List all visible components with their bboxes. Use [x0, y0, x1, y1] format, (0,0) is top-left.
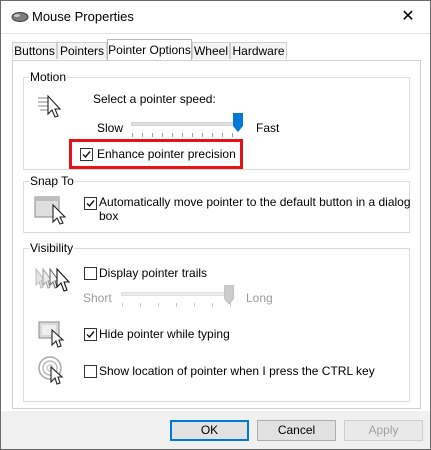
title-bar[interactable]: Mouse Properties ✕: [1, 1, 430, 33]
snap-to-group: Snap To Automatically move pointer to th…: [23, 174, 411, 233]
long-label: Long: [246, 291, 273, 305]
pointer-trails-checkbox[interactable]: [84, 267, 97, 280]
hide-pointer-checkbox[interactable]: [84, 328, 97, 341]
cancel-button[interactable]: Cancel: [257, 420, 336, 441]
tab-buttons[interactable]: Buttons: [12, 42, 57, 59]
show-location-checkbox[interactable]: [84, 365, 97, 378]
snap-to-group-label: Snap To: [29, 174, 75, 188]
enhance-precision-label[interactable]: Enhance pointer precision: [97, 147, 236, 161]
title-separator: [1, 33, 430, 34]
slow-label: Slow: [97, 121, 124, 135]
tab-wheel[interactable]: Wheel: [192, 42, 230, 59]
snap-to-label-line1[interactable]: Automatically move pointer to the defaul…: [99, 195, 411, 209]
visibility-group: Visibility Display pointer trails Short …: [23, 241, 410, 402]
pointer-options-panel: Motion Select a pointer speed: Slow Fast: [12, 60, 421, 409]
ok-button[interactable]: OK: [170, 420, 249, 441]
dialog-button-bar: OK Cancel Apply: [1, 411, 430, 449]
show-location-icon: [38, 355, 68, 388]
short-label: Short: [83, 291, 112, 305]
pointer-trails-slider: [223, 284, 235, 305]
mouse-properties-window: Mouse Properties ✕ Buttons Pointers Poin…: [0, 0, 431, 450]
pointer-speed-track: [131, 122, 243, 126]
visibility-group-label: Visibility: [29, 241, 75, 255]
fast-label: Fast: [256, 121, 280, 135]
mouse-icon: [11, 11, 29, 23]
tab-hardware[interactable]: Hardware: [230, 42, 287, 59]
hide-pointer-icon: [38, 320, 68, 351]
show-location-label[interactable]: Show location of pointer when I press th…: [99, 364, 375, 378]
snap-to-label-line2[interactable]: box: [99, 209, 118, 223]
snap-to-checkbox[interactable]: [84, 197, 97, 210]
window-title: Mouse Properties: [32, 9, 134, 24]
snap-to-icon: [34, 193, 68, 228]
apply-button[interactable]: Apply: [344, 420, 423, 441]
hide-pointer-label[interactable]: Hide pointer while typing: [99, 327, 230, 341]
close-button[interactable]: ✕: [386, 1, 430, 33]
pointer-trails-icon: [34, 265, 74, 298]
motion-group-label: Motion: [29, 70, 68, 84]
enhance-precision-checkbox[interactable]: [80, 148, 93, 161]
pointer-trails-track: [121, 292, 233, 296]
pointer-speed-icon: [36, 94, 66, 123]
pointer-speed-slider[interactable]: [233, 113, 243, 132]
motion-group: Motion Select a pointer speed: Slow Fast: [23, 70, 410, 170]
tab-pointers[interactable]: Pointers: [57, 42, 107, 59]
pointer-trails-label[interactable]: Display pointer trails: [99, 266, 207, 280]
tab-pointer-options[interactable]: Pointer Options: [107, 39, 192, 60]
pointer-speed-label: Select a pointer speed:: [93, 92, 216, 106]
